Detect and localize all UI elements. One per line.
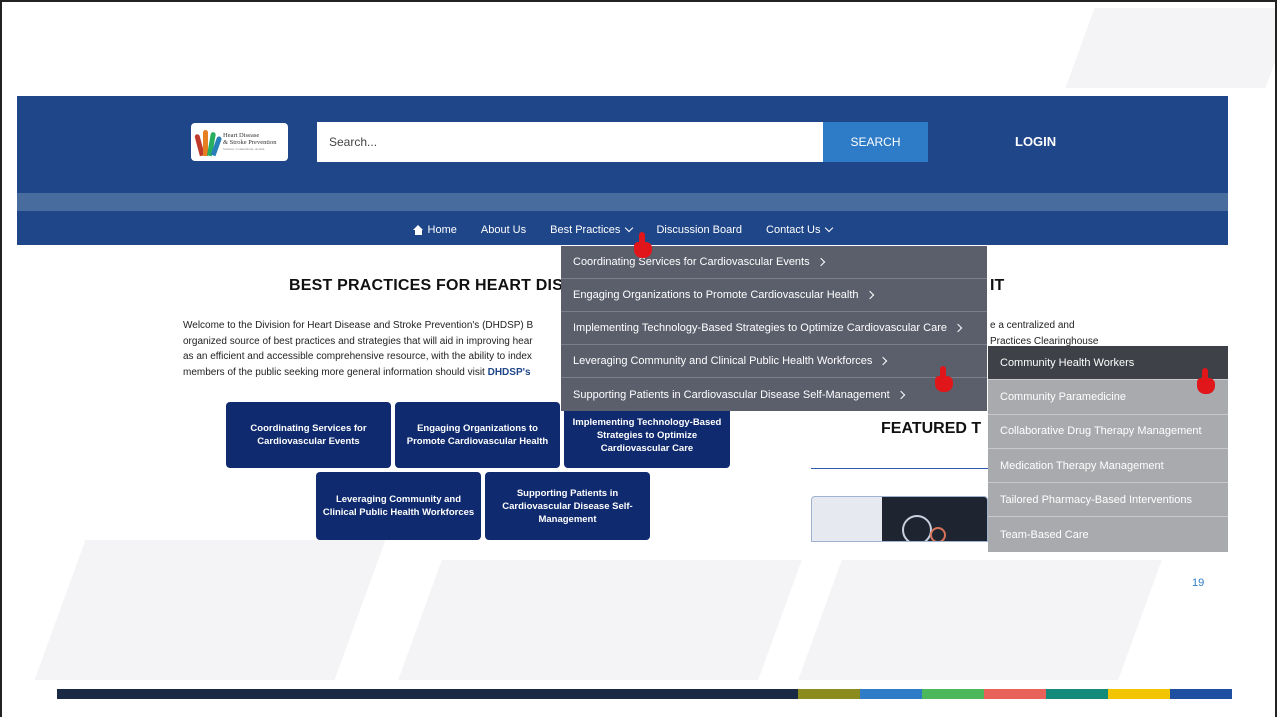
bar-segment [860,689,922,699]
submenu-item-collaborative-drug-therapy[interactable]: Collaborative Drug Therapy Management [988,415,1228,449]
nav-best-practices-label: Best Practices [550,224,621,236]
background-shape [1065,8,1277,88]
background-shape [798,560,1162,680]
site-logo[interactable]: Heart Disease & Stroke Prevention Scienc… [191,123,288,161]
header-stripe [17,193,1228,211]
best-practices-dropdown: Coordinating Services for Cardiovascular… [561,246,987,411]
frame-border [0,0,2,717]
chevron-right-icon [865,290,874,300]
login-link[interactable]: LOGIN [1015,134,1056,149]
bar-segment [984,689,1046,699]
nav-about-us[interactable]: About Us [469,224,538,236]
main-nav: Home About Us Best Practices Discussion … [17,215,1228,245]
dropdown-item-label: Implementing Technology-Based Strategies… [573,322,947,334]
slide-frame: Heart Disease & Stroke Prevention Scienc… [0,0,1277,717]
nav-contact-us[interactable]: Contact Us [754,223,844,236]
featured-card-image [882,497,987,541]
intro-line: Welcome to the Division for Heart Diseas… [183,320,534,331]
chevron-right-icon [816,257,825,267]
featured-title: FEATURED T [881,420,982,437]
bar-segment [1108,689,1170,699]
dropdown-item-coordinating-services[interactable]: Coordinating Services for Cardiovascular… [561,246,987,279]
dropdown-item-implementing-technology[interactable]: Implementing Technology-Based Strategies… [561,312,987,345]
bar-segment [798,689,860,699]
nav-about-us-label: About Us [480,224,527,236]
submenu-item-medication-therapy[interactable]: Medication Therapy Management [988,449,1228,484]
tile-implementing-technology[interactable]: Implementing Technology-Based Strategies… [564,402,730,468]
intro-line: members of the public seeking more gener… [183,365,563,381]
logo-text: Heart Disease & Stroke Prevention Scienc… [223,131,277,151]
intro-text-right: e a centralized and Practices Clearingho… [990,318,1130,349]
dropdown-item-label: Engaging Organizations to Promote Cardio… [573,289,859,301]
nav-discussion-board-label: Discussion Board [656,224,743,236]
nav-best-practices[interactable]: Best Practices [538,223,644,236]
tile-leveraging-workforces[interactable]: Leveraging Community and Clinical Public… [316,472,481,540]
chevron-right-icon [953,323,963,333]
search-button[interactable]: SEARCH [823,122,928,162]
workforces-submenu: Community Health Workers Community Param… [988,346,1228,552]
bar-segment [1046,689,1108,699]
pointer-hand-icon [934,366,954,394]
chevron-down-icon [825,223,834,233]
dropdown-item-leveraging-workforces[interactable]: Leveraging Community and Clinical Public… [561,345,987,378]
dropdown-item-supporting-patients[interactable]: Supporting Patients in Cardiovascular Di… [561,378,987,411]
dropdown-item-label: Coordinating Services for Cardiovascular… [573,256,810,268]
page-title-tail: IT [990,277,1005,294]
chevron-down-icon [625,223,634,233]
bar-segment [1170,689,1232,699]
dropdown-item-engaging-organizations[interactable]: Engaging Organizations to Promote Cardio… [561,279,987,312]
pointer-hand-icon [1196,368,1216,396]
intro-line-text: members of the public seeking more gener… [183,366,488,378]
chevron-right-icon [896,390,905,399]
search-input[interactable] [317,122,823,162]
logo-mark-icon [194,128,223,157]
frame-border [0,0,1277,2]
background-shape [34,540,386,680]
submenu-item-team-based-care[interactable]: Team-Based Care [988,517,1228,551]
submenu-item-tailored-pharmacy[interactable]: Tailored Pharmacy-Based Interventions [988,483,1228,518]
slide-page-number: 19 [1192,577,1205,589]
intro-line: organized source of best practices and s… [183,335,533,347]
submenu-item-community-health-workers[interactable]: Community Health Workers [988,346,1228,381]
dhdsp-link[interactable]: DHDSP's [488,367,531,378]
intro-line: as an efficient and accessible comprehen… [183,351,532,362]
intro-text: Welcome to the Division for Heart Diseas… [183,318,563,380]
bar-segment [922,689,984,699]
intro-line: e a centralized and [990,320,1075,331]
bar-segment [57,689,798,699]
featured-card[interactable] [811,496,988,542]
background-shape [398,560,802,680]
heart-outline-icon [902,515,932,541]
chevron-right-icon [879,356,888,366]
pointer-hand-icon [633,232,653,260]
tile-coordinating-services[interactable]: Coordinating Services for Cardiovascular… [226,402,391,468]
tile-supporting-patients[interactable]: Supporting Patients in Cardiovascular Di… [485,472,650,540]
cog-icon [930,527,946,541]
submenu-item-community-paramedicine[interactable]: Community Paramedicine [988,380,1228,415]
tile-engaging-organizations[interactable]: Engaging Organizations to Promote Cardio… [395,402,560,468]
dropdown-item-label: Supporting Patients in Cardiovascular Di… [573,388,890,401]
dropdown-item-label: Leveraging Community and Clinical Public… [573,355,873,367]
site-header: Heart Disease & Stroke Prevention Scienc… [17,96,1228,245]
featured-divider [811,468,988,469]
nav-discussion-board[interactable]: Discussion Board [644,224,754,236]
nav-home-label: Home [427,224,457,236]
page-title: BEST PRACTICES FOR HEART DIS [289,277,564,294]
home-icon [412,225,424,235]
nav-contact-us-label: Contact Us [766,224,821,236]
nav-home[interactable]: Home [401,224,469,236]
bottom-color-bar [57,689,1232,699]
